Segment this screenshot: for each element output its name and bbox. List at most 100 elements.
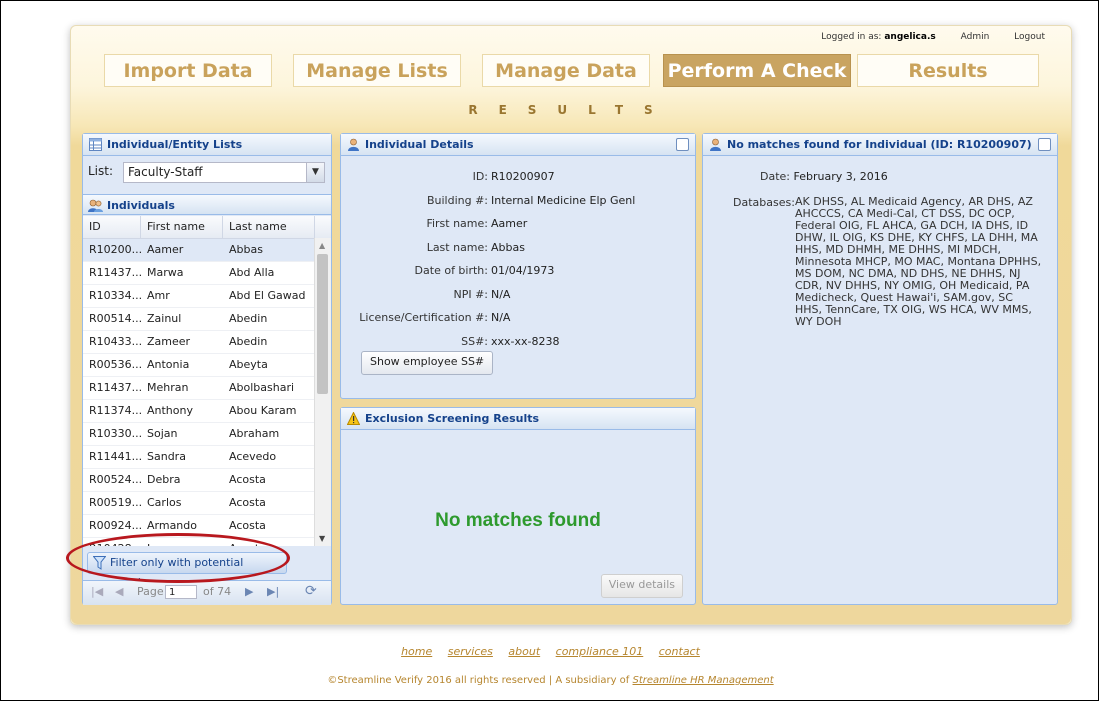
cell-first-name: Sojan xyxy=(147,427,178,440)
match-panel-title: No matches found for Individual (ID: R10… xyxy=(727,138,1032,151)
cell-last-name: Abd El Gawad xyxy=(229,289,306,302)
match-panel: No matches found for Individual (ID: R10… xyxy=(702,133,1058,605)
user-icon xyxy=(710,138,721,151)
cell-last-name: Abeyta xyxy=(229,358,268,371)
detail-label: Date of birth: xyxy=(414,264,488,277)
details-panel-header: Individual Details xyxy=(341,134,695,156)
exclusion-panel: Exclusion Screening Results No matches f… xyxy=(340,407,696,605)
detail-field: NPI #: N/A xyxy=(347,288,510,301)
nav-perform-a-check[interactable]: Perform A Check xyxy=(663,54,851,87)
footer-link-compliance[interactable]: compliance 101 xyxy=(556,645,644,658)
cell-last-name: Abedin xyxy=(229,335,268,348)
prev-page-icon[interactable]: ◀ xyxy=(115,585,123,598)
table-row[interactable]: R00536... Antonia Abeyta xyxy=(83,354,331,377)
scroll-thumb[interactable] xyxy=(317,254,328,394)
lists-panel-title: Individual/Entity Lists xyxy=(107,138,243,151)
cell-id: R00514... xyxy=(89,312,143,325)
print-icon[interactable] xyxy=(1038,138,1051,151)
nav-results[interactable]: Results xyxy=(857,54,1039,87)
column-header-id[interactable]: ID xyxy=(83,216,141,238)
copyright-text: ©Streamline Verify 2016 all rights reser… xyxy=(327,675,630,686)
show-ssn-button[interactable]: Show employee SS# xyxy=(361,351,494,375)
detail-label: Building #: xyxy=(426,193,488,207)
scroll-down-icon[interactable]: ▼ xyxy=(319,534,325,543)
print-icon[interactable] xyxy=(676,138,689,151)
grid-scrollbar[interactable]: ▲ ▼ xyxy=(314,238,331,546)
section-title: RESULTS xyxy=(468,103,674,117)
footer-link-services[interactable]: services xyxy=(448,645,493,658)
cell-id: R00536... xyxy=(89,358,143,371)
table-row[interactable]: R10433... Zameer Abedin xyxy=(83,331,331,354)
first-page-icon[interactable]: |◀ xyxy=(91,585,103,598)
detail-value: Aamer xyxy=(491,217,528,230)
last-page-icon[interactable]: ▶| xyxy=(267,585,279,598)
table-row[interactable]: R00514... Zainul Abedin xyxy=(83,308,331,331)
individuals-title: Individuals xyxy=(107,199,175,212)
table-row[interactable]: R00524... Debra Acosta xyxy=(83,469,331,492)
grid-header: ID First name Last name xyxy=(83,216,331,239)
admin-link[interactable]: Admin xyxy=(961,32,990,42)
detail-label: NPI #: xyxy=(453,287,488,301)
page-input[interactable]: 1 xyxy=(165,585,197,599)
cell-first-name: Aamer xyxy=(147,243,184,256)
individuals-header: Individuals xyxy=(83,194,331,215)
next-page-icon[interactable]: ▶ xyxy=(245,585,253,598)
table-row[interactable]: R11374... Anthony Abou Karam xyxy=(83,400,331,423)
column-header-last-name[interactable]: Last name xyxy=(223,216,315,238)
user-icon xyxy=(348,138,359,151)
chevron-down-icon[interactable]: ▼ xyxy=(306,163,324,182)
page-count: of 74 xyxy=(203,585,232,598)
cell-last-name: Abolbashari xyxy=(229,381,295,394)
table-row[interactable]: R11437... Mehran Abolbashari xyxy=(83,377,331,400)
cell-last-name: Acosta xyxy=(229,519,266,532)
cell-first-name: Debra xyxy=(147,473,181,486)
detail-field: Date of birth: 01/04/1973 xyxy=(347,264,555,277)
cell-id: R11441... xyxy=(89,450,143,463)
table-row[interactable]: R10330... Sojan Abraham xyxy=(83,423,331,446)
detail-value: Internal Medicine Elp Genl xyxy=(491,193,636,207)
detail-label: Last name: xyxy=(426,240,488,254)
highlight-oval xyxy=(66,533,290,583)
view-details-button[interactable]: View details xyxy=(600,574,683,598)
table-row[interactable]: R11441... Sandra Acevedo xyxy=(83,446,331,469)
column-header-first-name[interactable]: First name xyxy=(141,216,223,238)
nav-manage-lists[interactable]: Manage Lists xyxy=(293,54,461,87)
detail-value: N/A xyxy=(491,311,511,324)
detail-label: SS#: xyxy=(461,334,488,348)
detail-value: 01/04/1973 xyxy=(491,264,555,277)
detail-value: R10200907 xyxy=(491,170,555,183)
scroll-up-icon[interactable]: ▲ xyxy=(319,241,325,250)
cell-id: R10433... xyxy=(89,335,143,348)
detail-field: Last name: Abbas xyxy=(347,241,525,254)
cell-first-name: Amr xyxy=(147,289,170,302)
cell-last-name: Abedin xyxy=(229,312,268,325)
username: angelica.s xyxy=(884,32,936,42)
table-row[interactable]: R10334... Amr Abd El Gawad xyxy=(83,285,331,308)
detail-value: N/A xyxy=(491,287,511,301)
cell-first-name: Anthony xyxy=(147,404,193,417)
refresh-icon[interactable]: ⟳ xyxy=(305,583,317,599)
cell-id: R11374... xyxy=(89,404,143,417)
no-matches-message: No matches found xyxy=(435,510,601,531)
detail-label: ID: xyxy=(472,170,488,183)
cell-id: R00524... xyxy=(89,473,143,486)
footer-link-contact[interactable]: contact xyxy=(659,645,700,658)
cell-last-name: Abraham xyxy=(229,427,280,440)
nav-manage-data[interactable]: Manage Data xyxy=(482,54,650,87)
logout-link[interactable]: Logout xyxy=(1014,32,1045,42)
list-select-value: Faculty-Staff xyxy=(128,165,203,179)
table-row[interactable]: R11437... Marwa Abd Alla xyxy=(83,262,331,285)
details-panel: Individual Details ID: R10200907 Building … xyxy=(340,133,696,399)
nav-import-data[interactable]: Import Data xyxy=(104,54,272,87)
table-row[interactable]: R10200... Aamer Abbas xyxy=(83,239,331,262)
parent-company-link[interactable]: Streamline HR Management xyxy=(633,675,774,686)
exclusion-panel-header: Exclusion Screening Results xyxy=(341,408,695,430)
list-select[interactable]: Faculty-Staff ▼ xyxy=(123,162,325,183)
cell-first-name: Zainul xyxy=(147,312,182,325)
footer-link-home[interactable]: home xyxy=(401,645,432,658)
grid-rows: R10200... Aamer Abbas R11437... Marwa Abd All… xyxy=(83,239,331,546)
table-row[interactable]: R00519... Carlos Acosta xyxy=(83,492,331,515)
date-value: February 3, 2016 xyxy=(793,170,888,183)
databases-label-row: Databases: xyxy=(733,196,795,209)
footer-link-about[interactable]: about xyxy=(508,645,540,658)
